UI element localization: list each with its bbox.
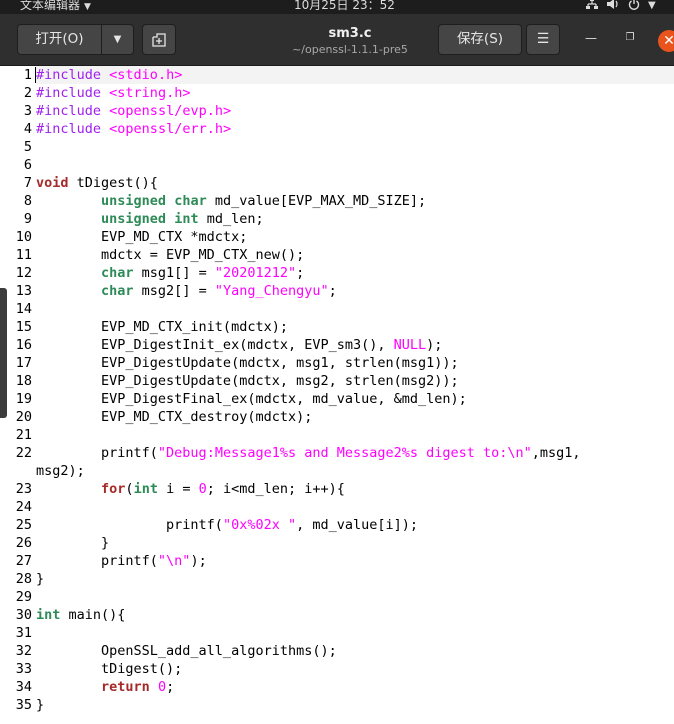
close-button[interactable]: ✕ — [658, 30, 674, 52]
app-menu[interactable]: 文本编辑器 ▼ — [20, 0, 91, 14]
code-line[interactable]: unsigned char md_value[EVP_MAX_MD_SIZE]; — [36, 192, 426, 210]
code-line[interactable]: printf("0x%02x ", md_value[i]); — [36, 516, 418, 534]
code-line[interactable]: #include <openssl/evp.h> — [36, 102, 231, 120]
caret-down-icon: ▼ — [84, 2, 91, 12]
dock-edge-handle — [0, 288, 7, 418]
caret-down-icon: ▼ — [648, 0, 656, 11]
line-number: 11 — [15, 247, 32, 263]
line-number: 33 — [15, 661, 32, 677]
line-number: 8 — [23, 193, 32, 209]
new-tab-button[interactable] — [142, 24, 176, 55]
network-icon[interactable] — [586, 0, 598, 14]
code-line[interactable]: void tDigest(){ — [36, 174, 158, 192]
code-line[interactable]: EVP_DigestInit_ex(mdctx, EVP_sm3(), NULL… — [36, 336, 442, 354]
line-number: 9 — [23, 211, 32, 227]
code-line[interactable]: return 0; — [36, 678, 174, 696]
code-line[interactable]: } — [36, 534, 109, 552]
system-tray[interactable]: ▼ — [586, 0, 656, 14]
code-line[interactable]: EVP_DigestUpdate(mdctx, msg2, strlen(msg… — [36, 372, 459, 390]
line-number: 35 — [15, 697, 32, 713]
line-number: 3 — [23, 103, 32, 119]
line-number: 25 — [15, 517, 32, 533]
line-number: 10 — [15, 229, 32, 245]
code-line[interactable]: for(int i = 0; i<md_len; i++){ — [36, 480, 345, 498]
line-number: 24 — [15, 499, 32, 515]
code-line[interactable]: EVP_MD_CTX_init(mdctx); — [36, 318, 288, 336]
line-number: 29 — [15, 589, 32, 605]
save-button[interactable]: 保存(S) — [438, 24, 522, 55]
code-line[interactable]: } — [36, 696, 44, 714]
power-icon[interactable] — [628, 0, 640, 14]
line-number: 21 — [15, 427, 32, 443]
code-line[interactable]: printf("Debug:Message1%s and Message2%s … — [36, 444, 581, 462]
line-number: 6 — [23, 157, 32, 173]
line-number: 28 — [15, 571, 32, 587]
code-line[interactable]: char msg1[] = "20201212"; — [36, 264, 304, 282]
line-number: 7 — [23, 175, 32, 191]
line-number: 23 — [15, 481, 32, 497]
code-line[interactable]: char msg2[] = "Yang_Chengyu"; — [36, 282, 337, 300]
code-line[interactable]: msg2); — [36, 462, 85, 480]
code-line[interactable]: #include <string.h> — [36, 84, 190, 102]
maximize-button[interactable]: ❐ — [620, 28, 640, 48]
app-menu-label: 文本编辑器 — [20, 0, 81, 12]
document-title: sm3.c — [328, 26, 372, 41]
minimize-button[interactable]: — — [581, 28, 601, 48]
minimize-icon: — — [585, 31, 597, 45]
line-number: 2 — [23, 85, 32, 101]
line-number: 22 — [15, 445, 32, 461]
line-number: 34 — [15, 679, 32, 695]
system-top-bar: 文本编辑器 ▼ 10月25日 23：52 ▼ — [0, 0, 674, 14]
code-line[interactable]: EVP_DigestUpdate(mdctx, msg1, strlen(msg… — [36, 354, 459, 372]
code-line[interactable]: EVP_MD_CTX *mdctx; — [36, 228, 247, 246]
line-number: 26 — [15, 535, 32, 551]
line-number: 31 — [15, 625, 32, 641]
code-line[interactable]: #include <openssl/err.h> — [36, 120, 231, 138]
clock[interactable]: 10月25日 23：52 — [294, 0, 395, 14]
code-line[interactable]: } — [36, 570, 44, 588]
code-line[interactable]: printf("\n"); — [36, 552, 207, 570]
code-line[interactable]: #include <stdio.h> — [36, 66, 182, 84]
text-editor[interactable]: 1 #include <stdio.h> 2 #include <string.h> 3… — [0, 66, 674, 724]
line-number: 12 — [15, 265, 32, 281]
code-line[interactable]: EVP_MD_CTX_destroy(mdctx); — [36, 408, 312, 426]
code-line[interactable]: mdctx = EVP_MD_CTX_new(); — [36, 246, 304, 264]
document-path: ~/openssl-1.1.1-pre5 — [292, 43, 408, 56]
line-number: 4 — [23, 121, 32, 137]
code-line[interactable]: tDigest(); — [36, 660, 182, 678]
hamburger-icon: ☰ — [536, 31, 550, 47]
line-number: 5 — [23, 139, 32, 155]
close-icon: ✕ — [663, 33, 674, 49]
maximize-icon: ❐ — [625, 32, 635, 43]
hamburger-menu-button[interactable]: ☰ — [526, 24, 560, 55]
chevron-down-icon: ▼ — [113, 34, 122, 45]
open-button[interactable]: 打开(O) — [17, 24, 102, 55]
new-tab-icon — [152, 33, 166, 47]
line-number: 1 — [23, 67, 32, 83]
code-line[interactable]: EVP_DigestFinal_ex(mdctx, md_value, &md_… — [36, 390, 467, 408]
code-line[interactable]: int main(){ — [36, 606, 125, 624]
line-number: 32 — [15, 643, 32, 659]
open-recent-dropdown-button[interactable]: ▼ — [101, 24, 134, 55]
line-number: 27 — [15, 553, 32, 569]
code-line[interactable]: OpenSSL_add_all_algorithms(); — [36, 642, 337, 660]
text-cursor — [35, 67, 36, 83]
code-line[interactable]: unsigned int md_len; — [36, 210, 264, 228]
header-bar: 打开(O) ▼ sm3.c ~/openssl-1.1.1-pre5 保存(S)… — [0, 14, 674, 66]
volume-icon[interactable] — [606, 0, 620, 14]
line-number: 30 — [15, 607, 32, 623]
